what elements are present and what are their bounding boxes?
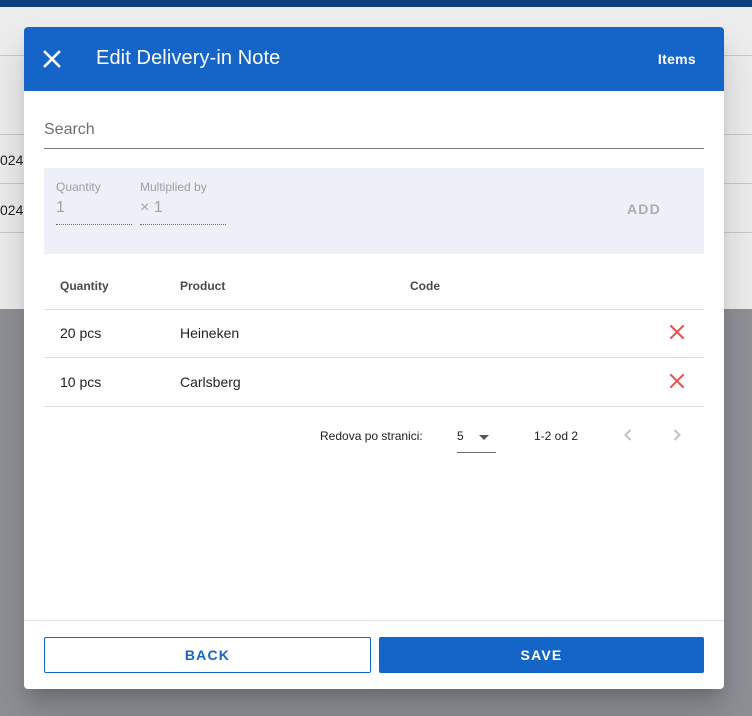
rows-per-page-value: 5: [457, 429, 464, 443]
save-button[interactable]: SAVE: [379, 637, 704, 673]
rows-per-page-label: Redova po stranici:: [320, 429, 423, 443]
delete-x-icon: [669, 324, 685, 340]
chevron-right-icon: [673, 429, 681, 441]
multiplier-underline: [140, 224, 226, 225]
close-icon: [43, 50, 61, 68]
multiplier-label: Multiplied by: [140, 180, 207, 194]
add-item-panel: Quantity 1 Multiplied by × 1 ADD: [44, 168, 704, 254]
delete-x-icon: [669, 373, 685, 389]
column-header-quantity: Quantity: [60, 279, 109, 293]
add-button[interactable]: ADD: [627, 201, 661, 217]
quantity-underline: [56, 224, 132, 225]
edit-delivery-note-dialog: Edit Delivery-in Note Items Quantity 1 M…: [24, 27, 724, 689]
next-page-button[interactable]: [667, 425, 687, 445]
caret-down-icon: [479, 435, 489, 440]
row-product: Heineken: [180, 325, 240, 341]
pagination-range: 1-2 od 2: [534, 429, 579, 443]
row-divider: [44, 406, 704, 407]
tab-items[interactable]: Items: [658, 51, 696, 67]
row-quantity: 10 pcs: [60, 374, 102, 390]
column-header-code: Code: [410, 279, 440, 293]
back-button[interactable]: BACK: [44, 637, 371, 673]
header-divider: [44, 309, 704, 310]
chevron-left-icon: [624, 429, 632, 441]
column-header-product: Product: [180, 279, 226, 293]
row-product: Carlsberg: [180, 374, 241, 390]
delete-row-button[interactable]: [669, 373, 685, 389]
row-quantity: 20 pcs: [60, 325, 102, 341]
previous-page-button[interactable]: [618, 425, 638, 445]
footer-divider: [24, 620, 724, 621]
dialog-title: Edit Delivery-in Note: [96, 47, 281, 69]
delete-row-button[interactable]: [669, 324, 685, 340]
quantity-input[interactable]: 1: [56, 199, 65, 217]
search-field: [44, 117, 704, 149]
multiplier-input[interactable]: × 1: [140, 199, 163, 217]
quantity-label: Quantity: [56, 180, 101, 194]
app-top-bar: [0, 0, 752, 7]
close-button[interactable]: [38, 45, 66, 73]
search-input[interactable]: [44, 117, 704, 143]
rows-per-page-select[interactable]: 5: [457, 423, 496, 453]
row-divider: [44, 357, 704, 358]
dialog-header: Edit Delivery-in Note Items: [24, 27, 724, 91]
